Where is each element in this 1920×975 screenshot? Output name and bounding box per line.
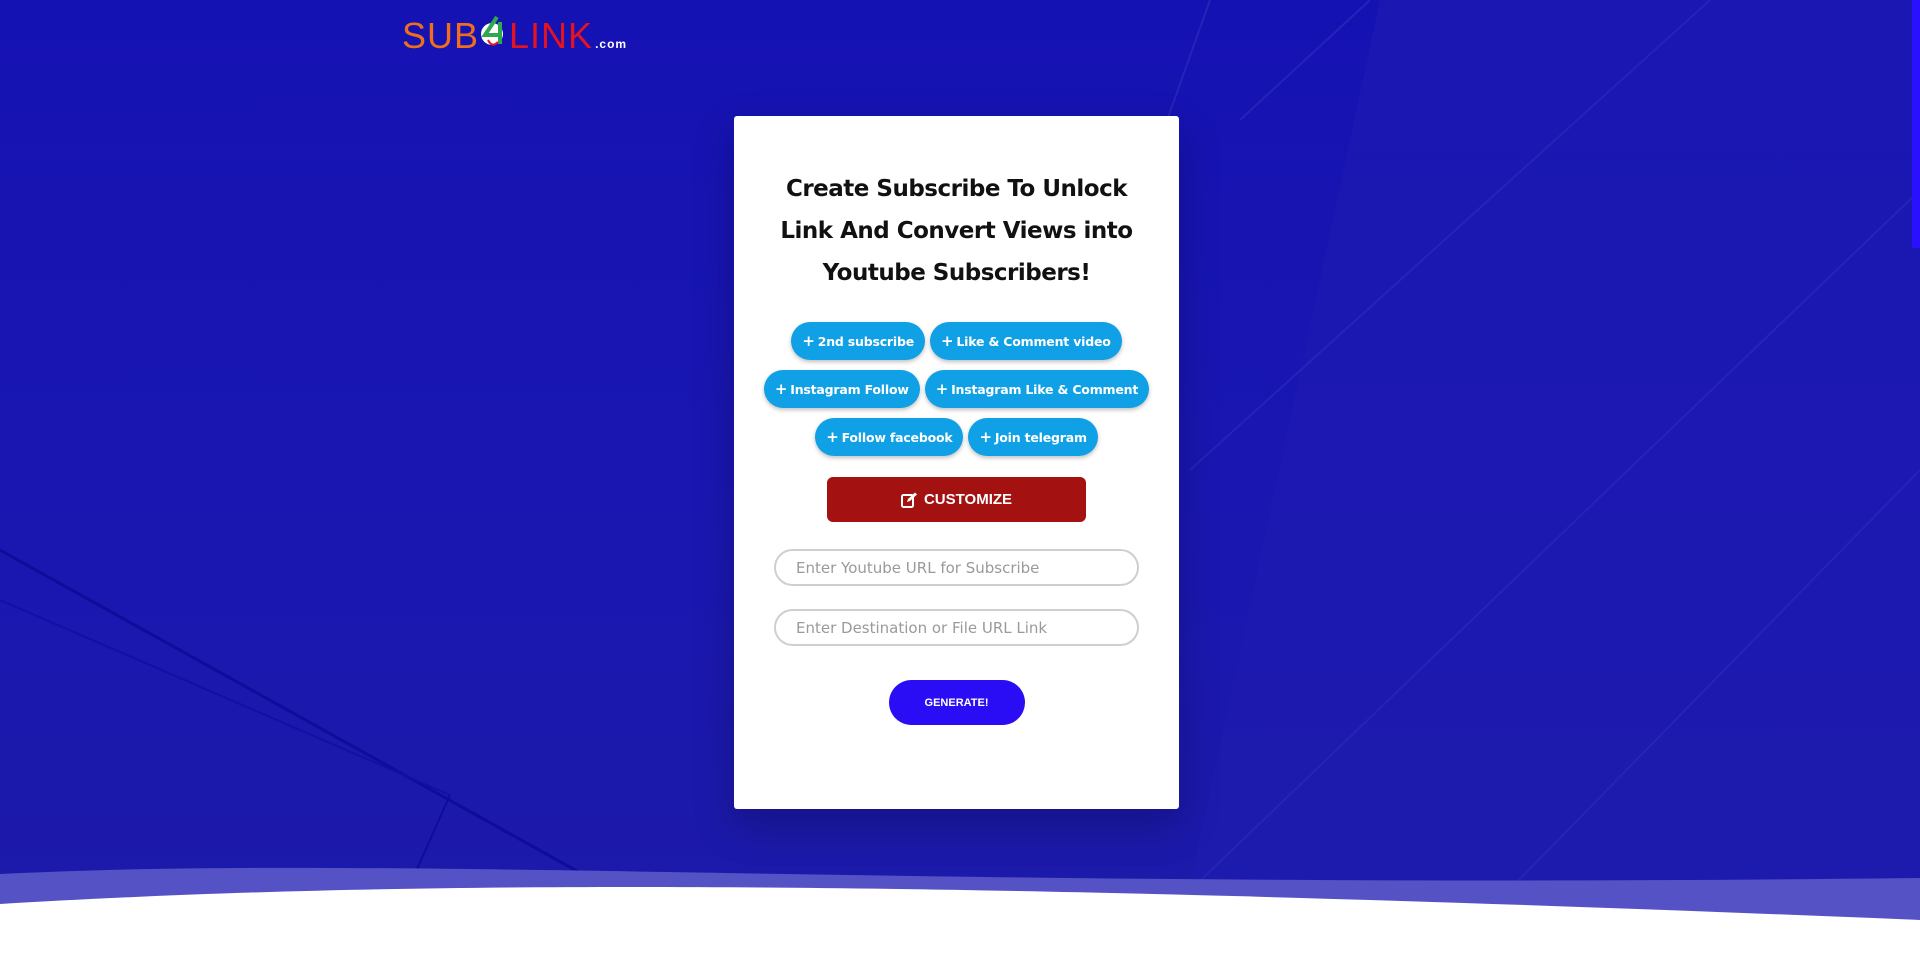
plus-icon: + (941, 332, 954, 350)
chip-label: Like & Comment video (956, 333, 1111, 349)
chip-label: Instagram Follow (790, 381, 909, 397)
generate-button[interactable]: GENERATE! (888, 680, 1025, 725)
plus-icon: + (774, 380, 788, 398)
logo-sub-text: SUB (402, 15, 480, 56)
link-generator-card: Create Subscribe To Unlock Link And Conv… (734, 116, 1179, 809)
scrollbar-thumb[interactable] (1912, 0, 1920, 248)
chip-label: Join telegram (994, 429, 1087, 445)
chip-label: Follow facebook (841, 429, 953, 445)
customize-button[interactable]: CUSTOMIZE (827, 477, 1086, 522)
chip-follow-facebook[interactable]: + Follow facebook (815, 418, 964, 456)
logo-link-text: LINK (509, 15, 594, 56)
youtube-url-input[interactable] (774, 549, 1139, 586)
plus-icon: + (826, 428, 839, 446)
logo-domain-text: .com (595, 37, 628, 51)
destination-url-input[interactable] (774, 609, 1139, 646)
action-chips: + 2nd subscribe + Like & Comment video +… (734, 322, 1179, 456)
chip-instagram-follow[interactable]: + Instagram Follow (763, 370, 920, 408)
customize-label: CUSTOMIZE (923, 491, 1013, 508)
plus-icon: + (979, 428, 992, 446)
chip-instagram-like-comment[interactable]: + Instagram Like & Comment (924, 370, 1150, 408)
plus-icon: + (935, 380, 949, 398)
chip-like-comment-video[interactable]: + Like & Comment video (930, 322, 1122, 360)
chip-row: + Follow facebook + Join telegram (734, 418, 1179, 456)
wave-divider (0, 867, 1920, 975)
chip-label: Instagram Like & Comment (951, 381, 1139, 397)
plus-icon: + (802, 332, 815, 350)
card-heading: Create Subscribe To Unlock Link And Conv… (780, 176, 1133, 286)
site-logo[interactable]: SUB LINK .com (402, 14, 627, 57)
chip-join-telegram[interactable]: + Join telegram (968, 418, 1098, 456)
generate-label: GENERATE! (924, 696, 989, 709)
chip-row: + 2nd subscribe + Like & Comment video (734, 322, 1179, 360)
edit-icon (900, 492, 917, 508)
chip-row: + Instagram Follow + Instagram Like & Co… (734, 370, 1179, 408)
chip-2nd-subscribe[interactable]: + 2nd subscribe (791, 322, 926, 360)
chip-label: 2nd subscribe (817, 333, 915, 349)
logo-four-icon (480, 14, 508, 46)
